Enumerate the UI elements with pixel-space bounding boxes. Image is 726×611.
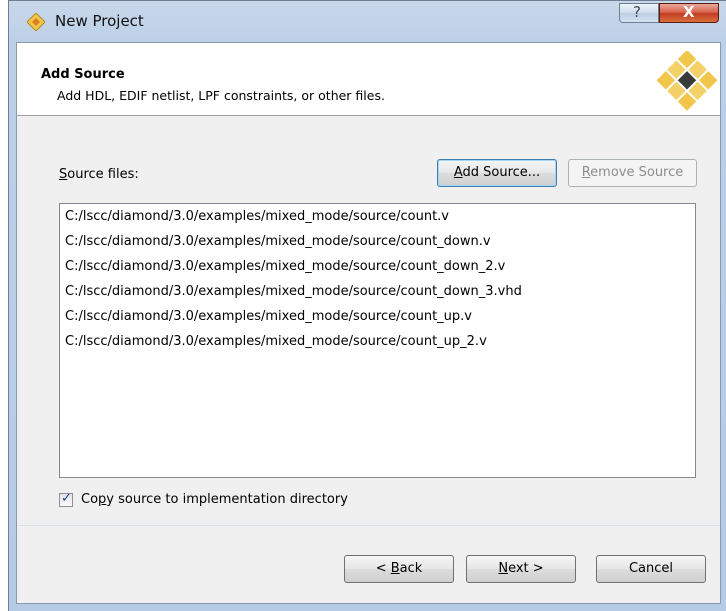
diamond-logo-icon [657,51,717,111]
back-text: ack [399,561,423,576]
title-bar[interactable]: New Project ? X [9,1,726,41]
checkmark-icon: ✓ [61,491,72,506]
footer-divider [17,525,720,526]
help-button[interactable]: ? [619,3,659,23]
list-item[interactable]: C:/lscc/diamond/3.0/examples/mixed_mode/… [60,254,695,279]
next-mnemonic: N [498,561,509,576]
back-pre: < [375,561,391,576]
dialog-window: New Project ? X Add Source Add HDL, EDIF… [8,0,726,611]
list-item[interactable]: C:/lscc/diamond/3.0/examples/mixed_mode/… [60,329,695,354]
add-source-button[interactable]: Add Source... [437,159,557,187]
copy-source-label[interactable]: Copy source to implementation directory [81,492,348,507]
list-item[interactable]: C:/lscc/diamond/3.0/examples/mixed_mode/… [60,304,695,329]
window-title: New Project [55,12,144,30]
list-item[interactable]: C:/lscc/diamond/3.0/examples/mixed_mode/… [60,279,695,304]
copy-label-post: y source to implementation directory [106,492,348,507]
help-icon: ? [633,3,641,21]
list-item[interactable]: C:/lscc/diamond/3.0/examples/mixed_mode/… [60,229,695,254]
page-title: Add Source [41,67,125,82]
source-files-list[interactable]: C:/lscc/diamond/3.0/examples/mixed_mode/… [59,203,696,478]
back-mnemonic: B [390,561,400,576]
next-button[interactable]: Next > [466,555,576,583]
add-source-text: dd Source... [462,165,541,180]
close-icon: X [683,3,695,21]
source-files-label-text: ource files: [67,167,139,182]
next-text: ext > [508,561,544,576]
page-subtitle: Add HDL, EDIF netlist, LPF constraints, … [57,88,385,103]
diamond-app-icon [27,13,45,31]
copy-label-pre: Co [81,492,99,507]
remove-source-button[interactable]: Remove Source [568,159,697,187]
cancel-button[interactable]: Cancel [596,555,706,583]
wizard-header: Add Source Add HDL, EDIF netlist, LPF co… [17,43,720,116]
close-button[interactable]: X [659,3,719,23]
remove-source-mnemonic: R [581,165,591,180]
source-files-label: Source files: [59,167,139,182]
back-button[interactable]: < Back [344,555,454,583]
copy-source-checkbox[interactable]: ✓ [59,491,73,507]
remove-source-text: emove Source [590,165,684,180]
list-item[interactable]: C:/lscc/diamond/3.0/examples/mixed_mode/… [60,204,695,229]
dialog-client-area: Add Source Add HDL, EDIF netlist, LPF co… [16,42,721,604]
